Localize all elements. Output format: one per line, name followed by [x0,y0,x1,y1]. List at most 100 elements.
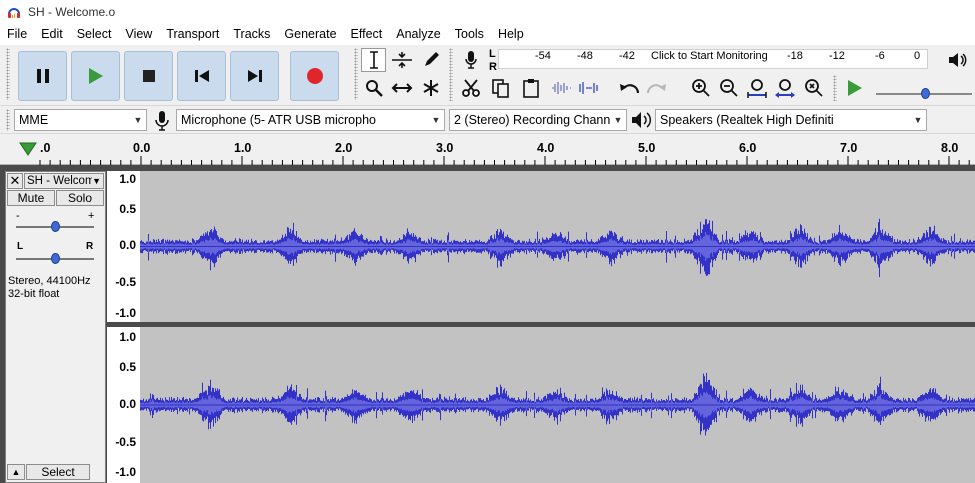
skip-end-icon [247,70,262,82]
stop-button[interactable] [124,51,173,101]
undo-icon [619,84,639,94]
recording-channels-select[interactable]: 2 (Stereo) Recording Chann ▼ [449,109,627,131]
audacity-window: SH - Welcome.o File Edit Select View Tra… [0,0,975,483]
audio-host-value: MME [19,113,49,127]
mute-button[interactable]: Mute [7,190,55,206]
draw-tool[interactable] [418,48,443,72]
silence-icon [578,82,598,94]
toolbar-grip[interactable] [833,75,837,101]
trim-audio-button[interactable] [548,76,573,100]
meter-left-label: L [489,48,496,60]
audio-host-select[interactable]: MME ▼ [14,109,147,131]
recording-channels-value: 2 (Stereo) Recording Chann [454,113,610,127]
meter-tick: -54 [535,50,551,62]
clipboard-icon [522,79,539,98]
fit-project-icon [774,79,795,98]
recording-device-select[interactable]: Microphone (5- ATR USB micropho ▼ [176,109,445,131]
play-icon [88,68,103,84]
zoom-in-button[interactable] [688,76,713,100]
waveform-right-channel[interactable] [140,327,975,483]
waveform-left [140,218,975,278]
gain-slider-thumb[interactable] [51,221,60,232]
menu-analyze[interactable]: Analyze [389,24,447,45]
scale-label: 0.0 [119,238,136,252]
track-bit-depth-info: 32-bit float [8,288,60,300]
selection-tool[interactable] [361,48,386,72]
scale-label: -0.5 [115,275,136,289]
cut-button[interactable] [458,76,483,100]
speaker-icon [632,112,652,128]
vertical-ruler-right[interactable]: 1.0 0.5 0.0 -0.5 -1.0 [107,327,140,483]
menu-effect[interactable]: Effect [344,24,390,45]
play-button[interactable] [71,51,120,101]
double-arrow-icon [391,83,412,93]
pan-slider-thumb[interactable] [51,253,60,264]
menu-help[interactable]: Help [491,24,531,45]
chevron-down-icon: ▼ [133,115,143,125]
menu-file[interactable]: File [0,24,34,45]
zoom-toggle-button[interactable] [801,76,826,100]
close-track-button[interactable]: ✕ [7,173,23,189]
menu-tracks[interactable]: Tracks [226,24,277,45]
vertical-ruler-left[interactable]: 1.0 0.5 0.0 -0.5 -1.0 [107,171,140,322]
menu-transport[interactable]: Transport [159,24,226,45]
zoom-out-button[interactable] [716,76,741,100]
timeline-ruler[interactable]: .0 0.0 1.0 2.0 3.0 4.0 5.0 6.0 7.0 8.0 [0,134,975,165]
redo-icon [646,84,666,94]
select-track-button[interactable]: Select [26,464,90,480]
meter-right-label: R [489,61,497,73]
multi-tool[interactable] [418,76,443,100]
paste-button[interactable] [518,76,543,100]
meter-tick: -48 [577,50,593,62]
collapse-track-button[interactable]: ▲ [7,464,25,480]
menu-select[interactable]: Select [70,24,119,45]
scale-label: 1.0 [119,330,136,344]
scale-label: 0.5 [119,202,136,216]
toolbar-area: L R -54 -48 -42 Click to Start Monitorin… [0,45,975,105]
recording-meter[interactable]: -54 -48 -42 Click to Start Monitoring -1… [498,49,928,69]
toolbar-grip[interactable] [6,48,10,100]
pause-icon [36,69,49,83]
playback-meter-button[interactable] [944,48,969,72]
fit-selection-icon [746,79,767,98]
i-beam-icon [369,51,378,69]
menu-edit[interactable]: Edit [34,24,70,45]
record-button[interactable] [290,51,339,101]
play-at-speed-button[interactable] [842,76,867,100]
zoom-tool[interactable] [361,76,386,100]
silence-audio-button[interactable] [576,76,601,100]
menu-tools[interactable]: Tools [448,24,491,45]
pause-button[interactable] [18,51,67,101]
menu-generate[interactable]: Generate [277,24,343,45]
playback-device-value: Speakers (Realtek High Definiti [660,113,834,127]
fit-project-button[interactable] [772,76,797,100]
microphone-icon [155,111,169,131]
toolbar-grip[interactable] [449,75,453,101]
skip-to-end-button[interactable] [230,51,279,101]
playback-device-select[interactable]: Speakers (Realtek High Definiti ▼ [655,109,927,131]
meter-tick: -12 [829,50,845,62]
track-menu-button[interactable]: SH - Welcom ▼ [24,173,104,189]
play-speed-thumb[interactable] [921,88,930,99]
zoom-toggle-icon [804,79,823,97]
record-meter-button[interactable] [458,48,483,72]
chevron-down-icon: ▼ [431,115,441,125]
track-format-info: Stereo, 44100Hz [8,275,91,287]
solo-button[interactable]: Solo [56,190,104,206]
play-icon [847,80,862,96]
skip-to-start-button[interactable] [177,51,226,101]
asterisk-icon [423,80,438,96]
undo-button[interactable] [616,76,641,100]
click-to-start-monitoring[interactable]: Click to Start Monitoring [651,50,768,62]
fit-selection-button[interactable] [744,76,769,100]
trim-icon [551,82,571,94]
waveform-left-channel[interactable] [140,171,975,322]
microphone-icon [464,51,477,69]
envelope-tool[interactable] [389,48,414,72]
scissors-icon [461,79,480,97]
menu-view[interactable]: View [118,24,159,45]
toolbar-grip[interactable] [6,109,10,131]
toolbar-grip[interactable] [354,48,358,100]
time-shift-tool[interactable] [389,76,414,100]
copy-button[interactable] [488,76,513,100]
